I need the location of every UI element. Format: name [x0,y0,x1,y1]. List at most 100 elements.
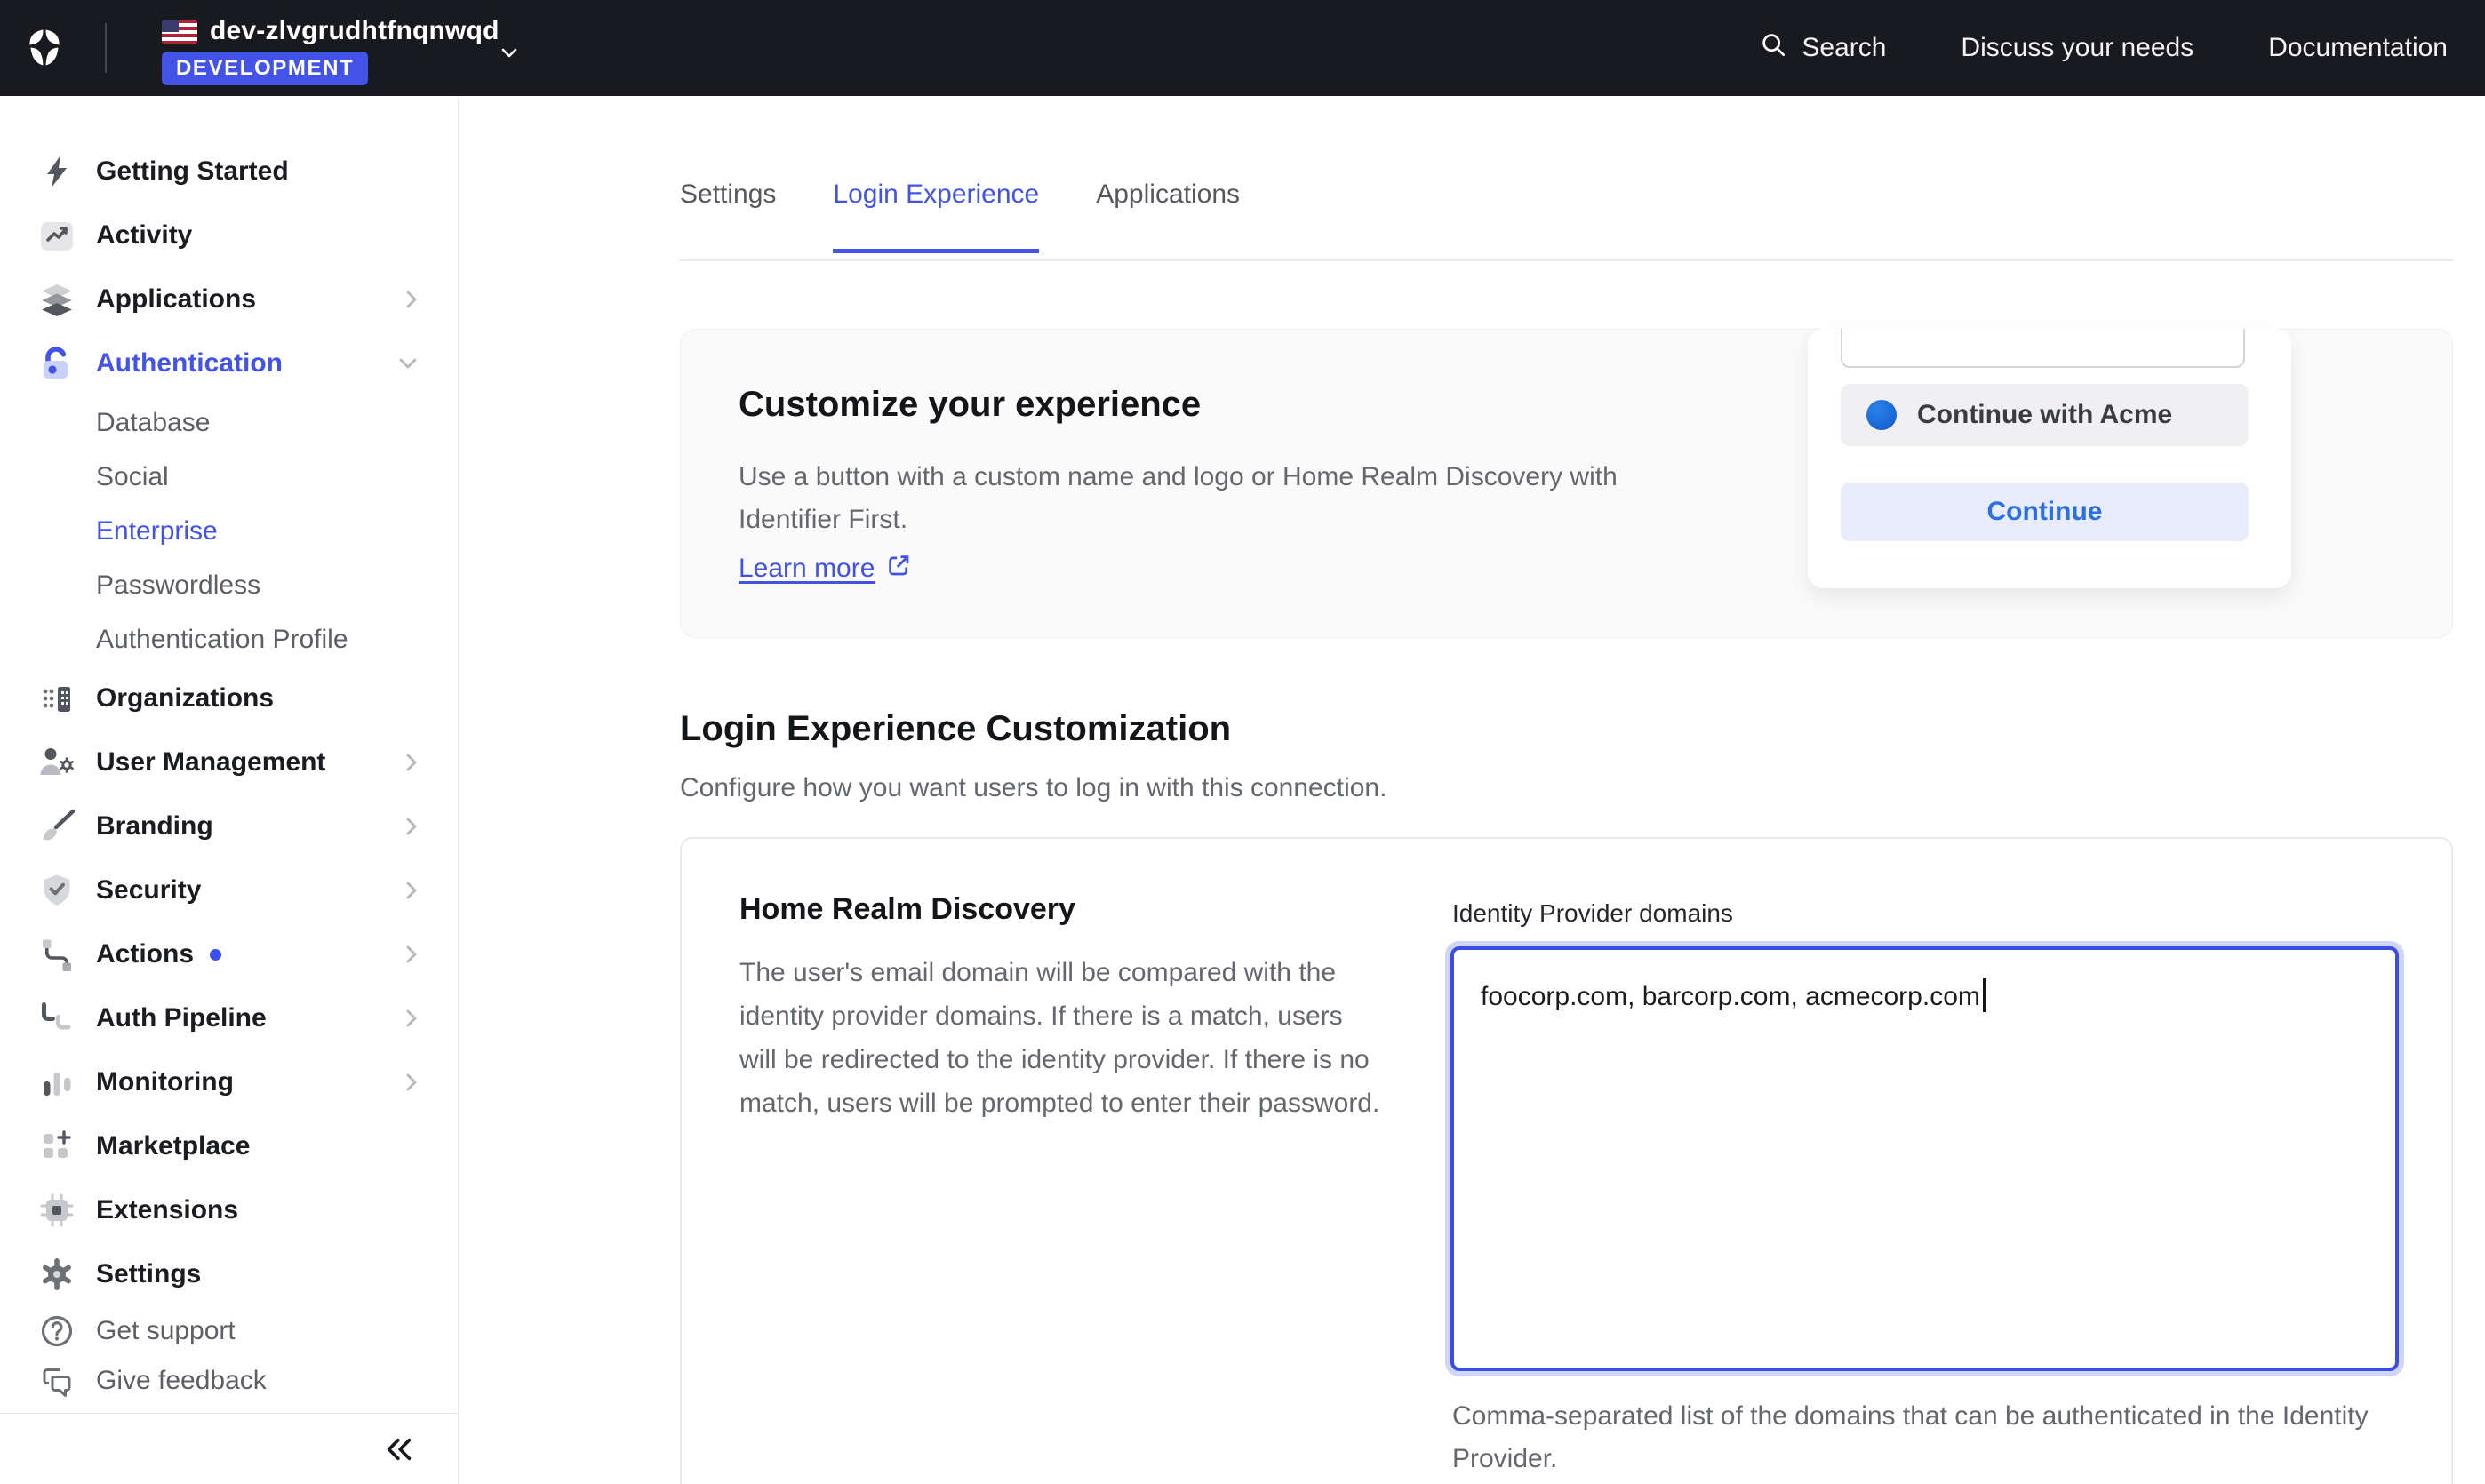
identity-provider-domains-textarea[interactable]: foocorp.com, barcorp.com, acmecorp.com [1450,946,2399,1371]
sidebar: Getting Started Activity Applications Authe… [0,96,459,1484]
sidebar-item-label: Database [96,408,210,438]
feedback-icon [37,1361,76,1400]
tabs: Settings Login Experience Applications [680,180,1240,253]
layers-icon [37,280,76,319]
sidebar-item-label: Settings [96,1259,201,1289]
sidebar-item-label: Give feedback [96,1366,267,1396]
environment-badge: DEVELOPMENT [162,52,368,85]
top-bar: dev-zlvgrudhtfnqnwqd DEVELOPMENT Search … [0,0,2485,96]
textarea-value: foocorp.com, barcorp.com, acmecorp.com [1481,982,1980,1011]
user-gear-icon [37,743,76,782]
documentation-link[interactable]: Documentation [2268,33,2448,63]
sidebar-item-label: Getting Started [96,156,289,187]
shield-check-icon [37,871,76,910]
search-button[interactable]: Search [1757,28,1886,68]
sidebar-item-get-support[interactable]: Get support [0,1306,458,1356]
pipeline-icon [37,999,76,1038]
sidebar-item-actions[interactable]: Actions [0,922,458,986]
sidebar-item-label: Passwordless [96,570,260,601]
sidebar-item-enterprise[interactable]: Enterprise [0,504,458,558]
sidebar-item-label: Social [96,462,169,492]
main-content: Settings Login Experience Applications C… [459,96,2485,1484]
sidebar-item-label: User Management [96,747,325,778]
preview-provider-button: Continue with Acme [1841,384,2249,446]
sidebar-item-user-management[interactable]: User Management [0,730,458,794]
sidebar-item-label: Marketplace [96,1131,250,1161]
section-subtitle: Configure how you want users to log in w… [680,773,1386,803]
flow-icon [37,935,76,974]
sidebar-item-organizations[interactable]: Organizations [0,666,458,730]
domains-helper-text: Comma-separated list of the domains that… [1452,1395,2457,1480]
discuss-your-needs-link[interactable]: Discuss your needs [1961,33,2193,63]
customize-card-description: Use a button with a custom name and logo… [739,456,1707,541]
grid-plus-icon [37,1127,76,1166]
chevron-right-icon [404,944,419,965]
chevron-down-icon [397,356,419,371]
login-preview-panel: Continue with Acme Continue [1808,329,2291,588]
tab-login-experience[interactable]: Login Experience [833,180,1039,253]
tabs-separator [680,259,2453,261]
sidebar-item-auth-pipeline[interactable]: Auth Pipeline [0,986,458,1050]
sidebar-item-database[interactable]: Database [0,395,458,450]
customize-card-title: Customize your experience [739,385,1201,425]
tab-applications[interactable]: Applications [1096,180,1240,253]
sidebar-item-authentication[interactable]: Authentication [0,331,458,395]
sidebar-item-label: Enterprise [96,516,218,547]
bar-chart-icon [37,1063,76,1102]
sidebar-item-label: Extensions [96,1195,238,1225]
external-link-icon [885,552,912,586]
sidebar-item-label: Monitoring [96,1067,234,1097]
sidebar-item-give-feedback[interactable]: Give feedback [0,1356,458,1406]
sidebar-item-extensions[interactable]: Extensions [0,1178,458,1242]
sidebar-nav-list: Getting Started Activity Applications Authe… [0,140,458,1406]
sidebar-item-label: Branding [96,811,213,842]
sidebar-item-label: Authentication Profile [96,625,348,655]
home-realm-discovery-title: Home Realm Discovery [739,892,1075,927]
sidebar-item-label: Authentication [96,348,283,379]
text-caret [1983,978,1986,1012]
chip-icon [37,1191,76,1230]
chevron-double-left-icon [385,1450,413,1465]
sidebar-item-activity[interactable]: Activity [0,203,458,267]
sidebar-item-monitoring[interactable]: Monitoring [0,1050,458,1114]
brush-icon [37,807,76,846]
sidebar-footer-divider [0,1413,458,1414]
tab-settings[interactable]: Settings [680,180,776,253]
sidebar-item-settings[interactable]: Settings [0,1242,458,1306]
preview-continue-button: Continue [1841,483,2249,541]
us-flag-icon [162,20,197,44]
acme-logo-icon [1866,400,1897,430]
sidebar-item-social[interactable]: Social [0,450,458,504]
sidebar-item-marketplace[interactable]: Marketplace [0,1114,458,1178]
topbar-divider [105,23,107,73]
sidebar-item-passwordless[interactable]: Passwordless [0,558,458,612]
section-title: Login Experience Customization [680,709,1231,749]
chevron-right-icon [404,1072,419,1093]
page-root: dev-zlvgrudhtfnqnwqd DEVELOPMENT Search … [0,0,2485,1484]
sidebar-item-authentication-profile[interactable]: Authentication Profile [0,612,458,666]
sidebar-item-label: Auth Pipeline [96,1003,267,1033]
activity-icon [37,216,76,255]
identity-provider-domains-label: Identity Provider domains [1452,899,1733,928]
gear-icon [37,1255,76,1294]
customize-card: Customize your experience Use a button w… [680,329,2453,638]
sidebar-item-security[interactable]: Security [0,858,458,922]
sidebar-item-applications[interactable]: Applications [0,267,458,331]
lock-open-icon [37,344,76,383]
chevron-down-icon [499,46,519,65]
chevron-right-icon [404,816,419,837]
chevron-right-icon [404,880,419,901]
sidebar-item-getting-started[interactable]: Getting Started [0,140,458,203]
chevron-right-icon [404,1008,419,1029]
chevron-right-icon [404,752,419,773]
collapse-sidebar-button[interactable] [380,1432,419,1472]
sidebar-item-label: Actions [96,939,194,969]
sidebar-item-label: Applications [96,284,256,315]
learn-more-link[interactable]: Learn more [739,552,912,586]
sidebar-item-label: Get support [96,1316,236,1346]
auth0-logo-icon[interactable] [23,27,66,69]
tenant-name: dev-zlvgrudhtfnqnwqd [210,16,499,46]
chevron-right-icon [404,289,419,310]
sidebar-item-label: Organizations [96,683,274,714]
sidebar-item-branding[interactable]: Branding [0,794,458,858]
